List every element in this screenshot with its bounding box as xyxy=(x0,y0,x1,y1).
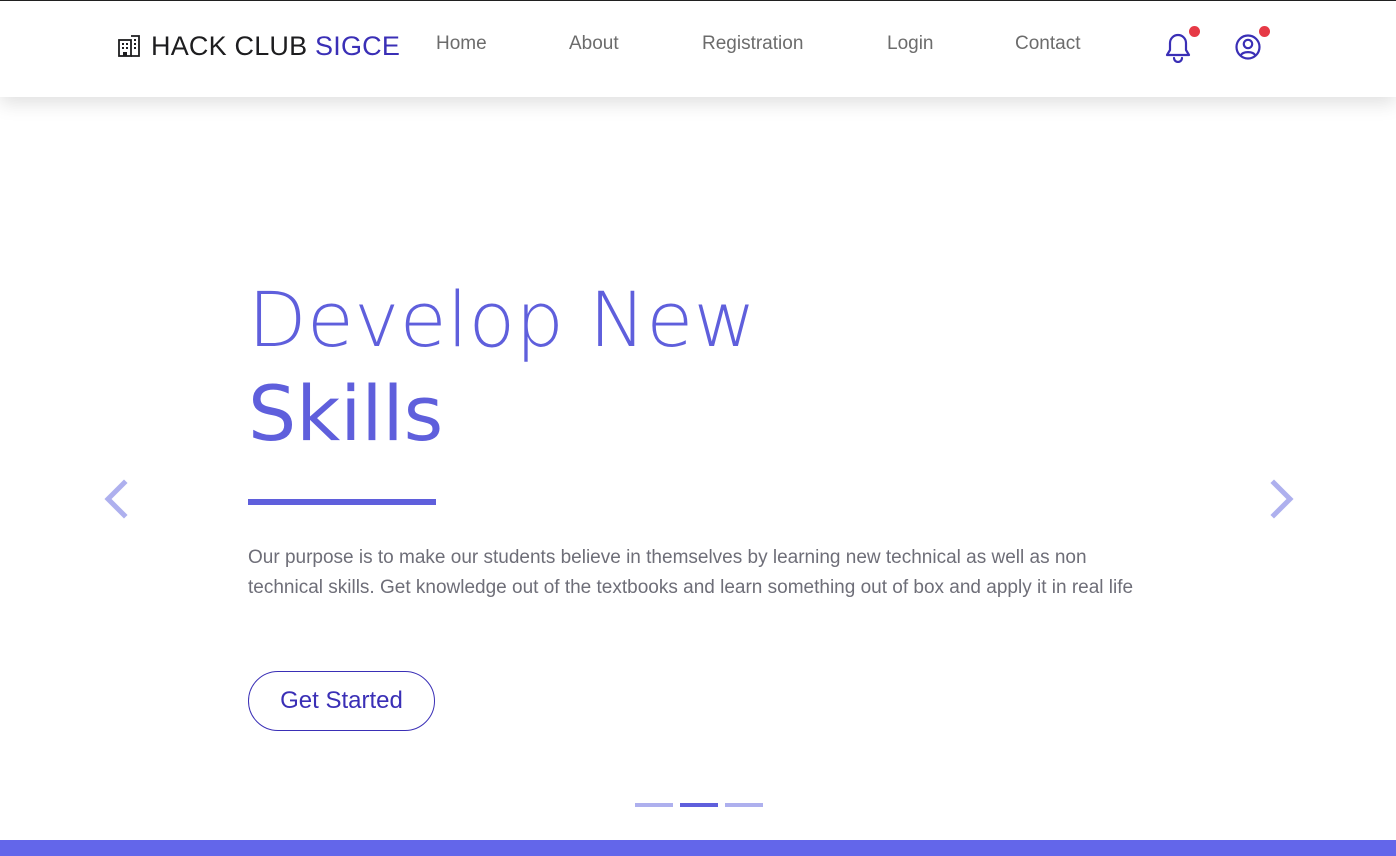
brand-name: HACK CLUB SIGCE xyxy=(151,31,400,62)
nav-link-about[interactable]: About xyxy=(569,33,619,55)
hero-description: Our purpose is to make our students beli… xyxy=(248,547,1134,598)
carousel-indicators xyxy=(635,803,763,807)
profile-badge xyxy=(1259,26,1270,37)
navbar: HACK CLUB SIGCE Home About Registration … xyxy=(0,1,1396,97)
chevron-left-icon xyxy=(104,479,128,519)
brand-logo[interactable]: HACK CLUB SIGCE xyxy=(117,29,400,63)
carousel-next-button[interactable] xyxy=(1266,478,1300,520)
get-started-button[interactable]: Get Started xyxy=(248,671,435,731)
hero-title-line2: Skills xyxy=(248,369,444,458)
carousel-indicator[interactable] xyxy=(725,803,763,807)
bottom-accent-bar xyxy=(0,840,1396,856)
chevron-right-icon xyxy=(1270,479,1294,519)
notification-badge xyxy=(1189,26,1200,37)
nav-link-home[interactable]: Home xyxy=(436,33,487,55)
bell-icon xyxy=(1165,33,1191,63)
nav-link-contact[interactable]: Contact xyxy=(1015,33,1080,55)
hero-title-line1: Develop New xyxy=(248,275,757,364)
building-icon xyxy=(117,34,141,58)
nav-link-registration[interactable]: Registration xyxy=(702,33,803,55)
notifications-button[interactable] xyxy=(1163,26,1200,63)
hero-divider xyxy=(248,499,436,505)
profile-button[interactable] xyxy=(1234,26,1270,63)
nav-link-login[interactable]: Login xyxy=(887,33,934,55)
carousel-prev-button[interactable] xyxy=(98,478,132,520)
brand-name-accent: SIGCE xyxy=(315,30,401,61)
carousel-indicator[interactable] xyxy=(635,803,673,807)
carousel-indicator[interactable] xyxy=(680,803,718,807)
brand-name-primary: HACK CLUB xyxy=(151,30,308,61)
